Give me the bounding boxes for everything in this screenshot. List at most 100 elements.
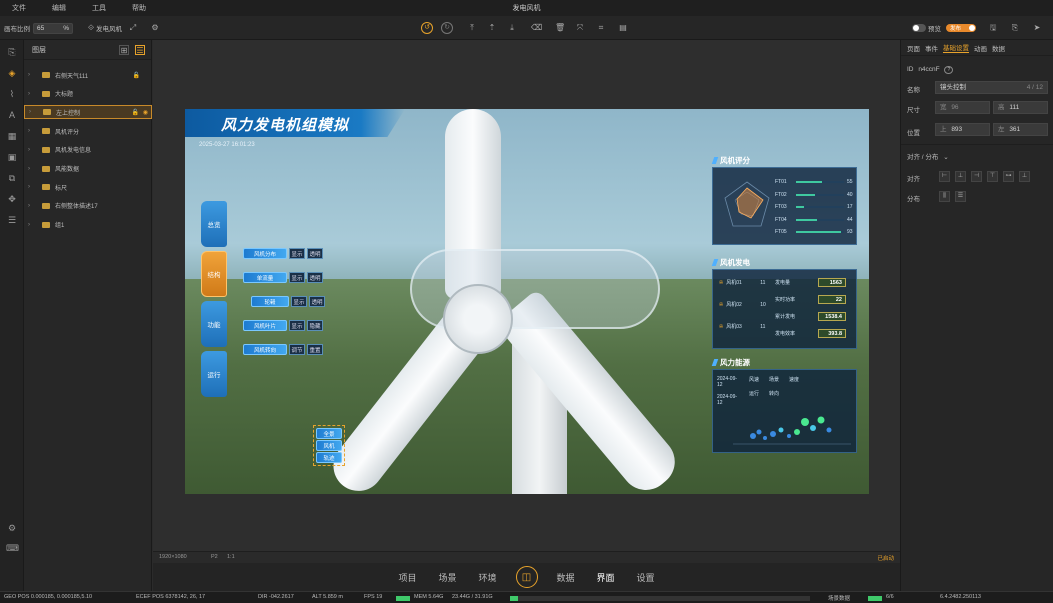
lock-icon[interactable]: 🔓: [133, 72, 140, 79]
nav-data[interactable]: 数据: [557, 571, 575, 584]
tab-data[interactable]: 数据: [992, 43, 1005, 53]
preview-toggle[interactable]: 预览: [912, 22, 941, 34]
control-alt-button[interactable]: 透明: [307, 272, 323, 283]
keyboard-icon[interactable]: ⌨: [6, 542, 19, 554]
layer-item[interactable]: › 左上控制 🔓 ◉: [24, 105, 152, 120]
move-icon[interactable]: ✥: [6, 193, 18, 205]
nav-environment[interactable]: 环境: [478, 571, 496, 584]
redo-icon[interactable]: ↻: [441, 22, 453, 34]
save-icon[interactable]: 🖫: [988, 22, 998, 34]
control-alt-button[interactable]: 重置: [307, 344, 323, 355]
undo-icon[interactable]: ↺: [421, 22, 433, 34]
crop-icon[interactable]: ⌗: [596, 22, 606, 34]
tab-page[interactable]: 页面: [907, 43, 920, 53]
side-tab-function[interactable]: 功能: [201, 301, 227, 347]
layers-icon[interactable]: ◈: [6, 67, 18, 79]
mini-btn-panorama[interactable]: 全景: [316, 428, 342, 439]
zoom-input[interactable]: 65 %: [33, 22, 73, 34]
help-icon[interactable]: ?: [944, 66, 954, 74]
stack-icon[interactable]: ☰: [6, 214, 18, 226]
chart-tool-icon[interactable]: ⌇: [6, 88, 18, 100]
nav-center-icon[interactable]: ◫: [515, 566, 538, 588]
control-show-button[interactable]: 显示: [289, 320, 305, 331]
nav-settings[interactable]: 设置: [637, 571, 655, 584]
control-show-button[interactable]: 显示: [291, 296, 307, 307]
canvas-area[interactable]: 风力发电机组模拟 2025-03-27 16:01:23 总览 结构 功能 运行…: [153, 40, 900, 551]
layer-item[interactable]: › 右侧天气111 🔓: [24, 68, 152, 82]
height-input[interactable]: 高 111: [993, 101, 1048, 114]
layer-item[interactable]: › 大标题: [24, 87, 152, 101]
align-top-icon[interactable]: ⊤: [987, 171, 998, 182]
layer-item[interactable]: › 标尺: [24, 180, 152, 194]
media-tool-icon[interactable]: ▣: [6, 151, 18, 163]
send-icon[interactable]: ➤: [1032, 22, 1042, 34]
nav-interface[interactable]: 界面: [597, 571, 615, 584]
nav-project[interactable]: 项目: [398, 571, 416, 584]
preview-switch[interactable]: [912, 24, 926, 32]
control-label-button[interactable]: 风机转向: [243, 344, 287, 355]
control-label-button[interactable]: 风机分布: [243, 248, 287, 259]
tab-events[interactable]: 事件: [925, 43, 938, 53]
chevron-right-icon[interactable]: ›: [28, 222, 38, 228]
layer-item[interactable]: › 右侧整体描述17: [24, 199, 152, 213]
bring-forward-icon[interactable]: ⤒: [467, 22, 477, 34]
side-tab-overview[interactable]: 总览: [201, 201, 227, 247]
align-left-icon[interactable]: ⊢: [939, 171, 950, 182]
control-alt-button[interactable]: 透明: [307, 248, 323, 259]
control-label-button[interactable]: 轮毂: [251, 296, 289, 307]
table-tool-icon[interactable]: ▦: [6, 130, 18, 142]
control-alt-button[interactable]: 透明: [309, 296, 325, 307]
control-show-button[interactable]: 调节: [289, 344, 305, 355]
layer-item[interactable]: › 风机发电信息: [24, 143, 152, 157]
control-label-button[interactable]: 单流量: [243, 272, 287, 283]
distribute-h-icon[interactable]: ⫼: [939, 191, 950, 202]
tab-basic-settings[interactable]: 基础设置: [943, 42, 969, 53]
chevron-right-icon[interactable]: ›: [28, 166, 38, 172]
layer-item[interactable]: › 风能数据: [24, 162, 152, 176]
side-tab-structure[interactable]: 结构: [201, 251, 227, 297]
nav-scene[interactable]: 场景: [438, 571, 456, 584]
align-vcenter-icon[interactable]: ⊶: [1003, 171, 1014, 182]
name-input[interactable]: 镜头控制 4 / 12: [935, 81, 1048, 94]
pages-icon[interactable]: ⎘: [6, 46, 18, 58]
settings-icon[interactable]: ⚙: [150, 22, 160, 34]
delete-icon[interactable]: 🗑: [555, 22, 565, 34]
tab-animation[interactable]: 动画: [974, 43, 987, 53]
mini-btn-turbine[interactable]: 风机: [316, 440, 342, 451]
control-label-button[interactable]: 风机叶片: [243, 320, 287, 331]
chevron-right-icon[interactable]: ›: [28, 184, 38, 190]
mini-control-group[interactable]: 全景 风机 轨迹: [313, 425, 345, 466]
settings-gear-icon[interactable]: ⚙: [6, 522, 18, 534]
scene-selector[interactable]: ⟐ 发电风机 ⤢: [86, 22, 138, 34]
layer-item[interactable]: › 组1: [24, 218, 152, 232]
control-alt-button[interactable]: 隐藏: [307, 320, 323, 331]
bring-top-icon[interactable]: ⇡: [487, 22, 497, 34]
chevron-right-icon[interactable]: ›: [28, 91, 38, 97]
chevron-right-icon[interactable]: ›: [28, 128, 38, 134]
side-tab-operation[interactable]: 运行: [201, 351, 227, 397]
lock-icon[interactable]: 🔓: [132, 109, 139, 116]
control-show-button[interactable]: 显示: [289, 272, 305, 283]
fit-icon[interactable]: ⤧: [575, 22, 585, 34]
chart-icon[interactable]: ▤: [618, 22, 628, 34]
align-bottom-icon[interactable]: ⊥: [1019, 171, 1030, 182]
clear-icon[interactable]: ⌫: [531, 22, 542, 34]
layer-item[interactable]: › 风机评分: [24, 124, 152, 138]
distribute-v-icon[interactable]: ☰: [955, 191, 966, 202]
chevron-right-icon[interactable]: ›: [28, 72, 38, 78]
width-input[interactable]: 宽 96: [935, 101, 990, 114]
top-input[interactable]: 上 893: [935, 123, 990, 136]
component-icon[interactable]: ⧉: [6, 172, 18, 184]
expand-icon[interactable]: ⤢: [128, 23, 138, 33]
eye-icon[interactable]: ◉: [143, 109, 148, 116]
send-back-icon[interactable]: ⤓: [507, 22, 517, 34]
align-right-icon[interactable]: ⊣: [971, 171, 982, 182]
export-icon[interactable]: ⎘: [1010, 22, 1020, 34]
chevron-right-icon[interactable]: ›: [28, 203, 38, 209]
chevron-right-icon[interactable]: ›: [29, 109, 39, 115]
chevron-right-icon[interactable]: ›: [28, 147, 38, 153]
align-hcenter-icon[interactable]: ⊥: [955, 171, 966, 182]
mini-btn-track[interactable]: 轨迹: [316, 452, 342, 463]
align-section-header[interactable]: 对齐 / 分布 ⌄: [907, 151, 949, 161]
grid-view-icon[interactable]: ⊞: [119, 44, 129, 55]
